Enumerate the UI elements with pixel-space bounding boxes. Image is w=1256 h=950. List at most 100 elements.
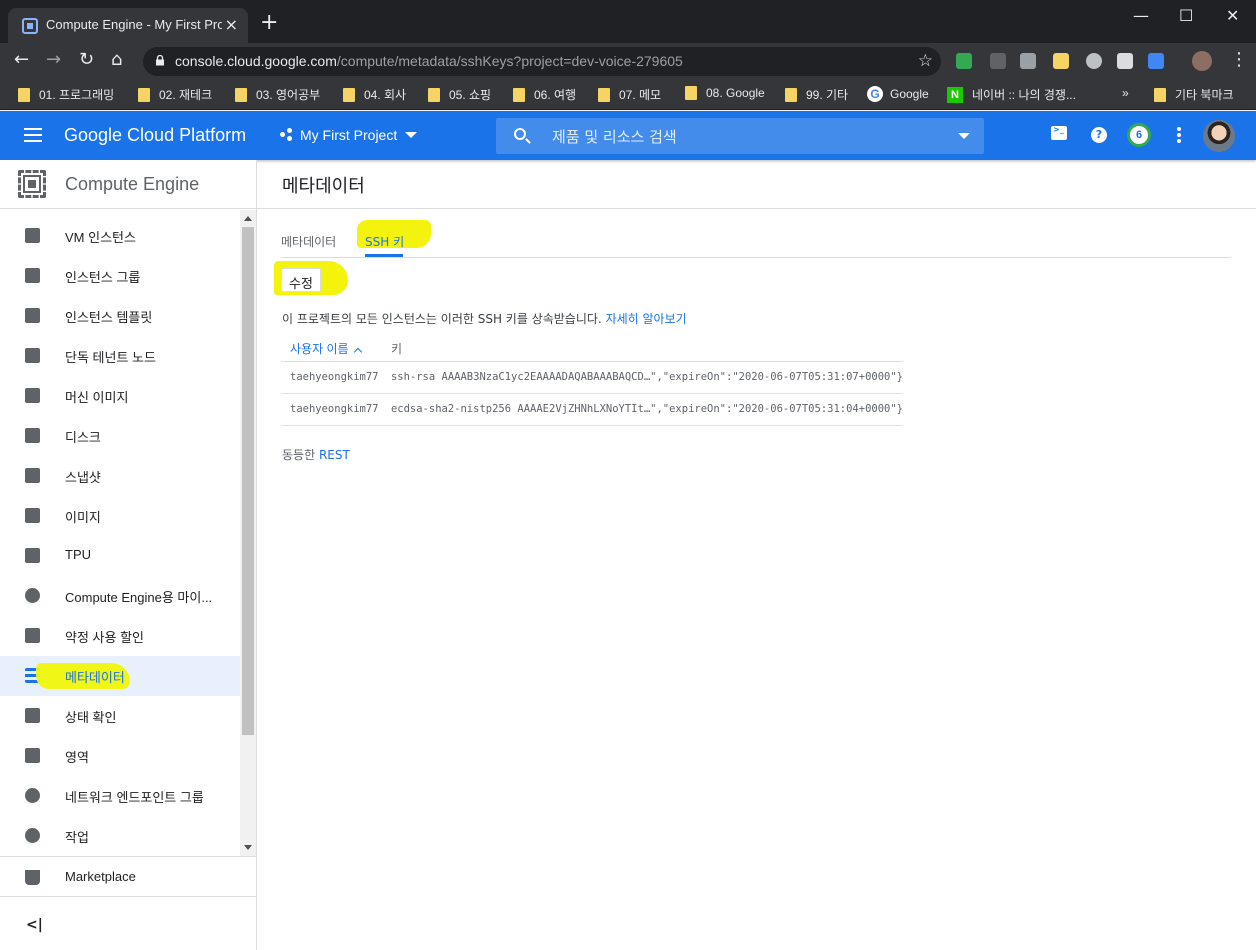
bookmarks-overflow-icon[interactable]: »	[1122, 86, 1129, 100]
sidebar-scrollbar[interactable]	[240, 210, 256, 856]
sidebar-item-tpu[interactable]: TPU	[0, 536, 240, 576]
sidebar-item-label: 단독 테넌트 노드	[65, 350, 156, 365]
folder-icon	[138, 87, 150, 102]
sidebar-item-instance-groups[interactable]: 인스턴스 그룹	[0, 256, 240, 296]
tpu-icon	[25, 548, 40, 563]
bookmark-google[interactable]: G Google	[867, 86, 929, 102]
rest-link[interactable]: REST	[319, 448, 350, 462]
extension-icon[interactable]	[990, 53, 1006, 69]
table-row: taehyeongkim77 ecdsa-sha2-nistp256 AAAAE…	[281, 393, 903, 426]
collapse-icon[interactable]: <|	[26, 917, 43, 933]
sidebar-item-sole-tenant-nodes[interactable]: 단독 테넌트 노드	[0, 336, 240, 376]
folder-icon	[513, 87, 525, 102]
cloud-shell-icon[interactable]	[1051, 125, 1067, 140]
gcp-header: Google Cloud Platform My First Project 제…	[0, 111, 1256, 160]
bookmark-folder[interactable]: 기타 북마크	[1154, 86, 1234, 103]
sidebar-item-committed-use[interactable]: 약정 사용 할인	[0, 616, 240, 656]
scroll-thumb[interactable]	[242, 227, 254, 735]
naver-icon: N	[947, 86, 963, 103]
forward-icon[interactable]: →	[46, 50, 61, 70]
bookmark-folder[interactable]: 07. 메모	[598, 86, 661, 103]
ssh-description: 이 프로젝트의 모든 인스턴스는 이러한 SSH 키를 상속받습니다. 자세히 …	[282, 310, 687, 327]
bookmark-label: 99. 기타	[806, 88, 849, 102]
project-selector[interactable]: My First Project	[280, 127, 418, 143]
chevron-down-icon[interactable]	[958, 133, 970, 139]
menu-icon[interactable]: ⋮	[1230, 50, 1248, 70]
profile-avatar[interactable]	[1192, 51, 1212, 71]
bookmarks-bar: 01. 프로그래밍 02. 재테크 03. 영어공부 04. 회사 05. 쇼핑…	[0, 79, 1256, 110]
extension-icon[interactable]	[1117, 53, 1133, 69]
shield-icon[interactable]	[1148, 53, 1164, 69]
sidebar-item-marketplace[interactable]: Marketplace	[0, 856, 256, 896]
sidebar-item-vm-instances[interactable]: VM 인스턴스	[0, 216, 240, 256]
bookmark-label: 02. 재테크	[159, 88, 213, 102]
sidebar-list: VM 인스턴스 인스턴스 그룹 인스턴스 템플릿 단독 테넌트 노드 머신 이미…	[0, 216, 240, 856]
bookmark-folder[interactable]: 02. 재테크	[138, 86, 212, 103]
project-icon	[280, 128, 294, 142]
extension-icon[interactable]	[1086, 53, 1102, 69]
sidebar-item-machine-images[interactable]: 머신 이미지	[0, 376, 240, 416]
maximize-icon[interactable]: ☐	[1179, 6, 1193, 25]
sidebar: Compute Engine VM 인스턴스 인스턴스 그룹 인스턴스 템플릿 …	[0, 160, 257, 950]
back-icon[interactable]: ←	[14, 50, 29, 70]
hamburger-menu-icon[interactable]	[24, 128, 42, 142]
sidebar-item-neg[interactable]: 네트워크 엔드포인트 그룹	[0, 776, 240, 816]
sidebar-item-health-checks[interactable]: 상태 확인	[0, 696, 240, 736]
scroll-up-icon[interactable]	[244, 216, 252, 221]
bookmark-label: 08. Google	[706, 86, 765, 100]
folder-icon	[235, 87, 247, 102]
image-icon	[25, 508, 40, 523]
sidebar-item-instance-templates[interactable]: 인스턴스 템플릿	[0, 296, 240, 336]
window-close-icon[interactable]: ✕	[1226, 6, 1239, 25]
address-bar[interactable]: console.cloud.google.com/compute/metadat…	[143, 47, 941, 76]
migration-gear-icon	[25, 588, 40, 603]
bookmark-folder[interactable]: 01. 프로그래밍	[18, 86, 114, 103]
sort-ascending-icon	[353, 347, 362, 356]
home-icon[interactable]: ⌂	[111, 50, 122, 70]
tab-close-icon[interactable]: ×	[225, 15, 238, 34]
bookmark-folder[interactable]: 99. 기타	[785, 86, 848, 103]
lock-icon	[156, 55, 164, 66]
column-username[interactable]: 사용자 이름	[281, 336, 391, 362]
scroll-down-icon[interactable]	[244, 845, 252, 850]
extension-icon[interactable]	[1053, 53, 1069, 69]
more-options-icon[interactable]	[1177, 127, 1181, 143]
search-bar[interactable]: 제품 및 리소스 검색	[496, 118, 984, 154]
browser-tab[interactable]: Compute Engine - My First Proj ×	[8, 8, 248, 43]
bookmark-folder[interactable]: 06. 여행	[513, 86, 576, 103]
brand-title[interactable]: Google Cloud Platform	[64, 125, 246, 146]
bookmark-folder[interactable]: 03. 영어공부	[235, 86, 320, 103]
minimize-icon[interactable]: —	[1133, 6, 1149, 25]
description-text: 이 프로젝트의 모든 인스턴스는 이러한 SSH 키를 상속받습니다.	[282, 312, 602, 326]
tab-ssh-keys[interactable]: SSH 키	[365, 233, 404, 250]
sidebar-item-migration[interactable]: Compute Engine용 마이...	[0, 576, 240, 616]
edit-button[interactable]: 수정	[281, 268, 321, 292]
bookmark-folder[interactable]: 08. Google	[685, 86, 765, 100]
bookmark-folder[interactable]: 05. 쇼핑	[428, 86, 491, 103]
bookmark-naver[interactable]: N 네이버 :: 나의 경쟁...	[947, 86, 1076, 103]
sidebar-item-operations[interactable]: 작업	[0, 816, 240, 856]
sidebar-item-label: VM 인스턴스	[65, 230, 136, 245]
sidebar-item-label: 디스크	[65, 430, 101, 445]
sidebar-collapse[interactable]: <|	[0, 896, 256, 950]
help-icon[interactable]: ?	[1091, 127, 1107, 143]
sidebar-item-disks[interactable]: 디스크	[0, 416, 240, 456]
tab-metadata[interactable]: 메타데이터	[281, 233, 336, 250]
notifications-badge[interactable]: 6	[1127, 123, 1151, 147]
browser-tabstrip: Compute Engine - My First Proj × + — ☐ ✕	[0, 0, 1256, 43]
new-tab-icon[interactable]: +	[260, 12, 278, 34]
avatar[interactable]	[1203, 120, 1235, 152]
network-endpoint-icon	[25, 788, 40, 803]
extension-icon[interactable]	[956, 53, 972, 69]
bookmark-label: 07. 메모	[619, 88, 662, 102]
sidebar-item-snapshots[interactable]: 스냅샷	[0, 456, 240, 496]
learn-more-link[interactable]: 자세히 알아보기	[606, 312, 687, 326]
reload-icon[interactable]: ↻	[79, 50, 94, 70]
sidebar-item-zones[interactable]: 영역	[0, 736, 240, 776]
drive-icon[interactable]	[1020, 53, 1036, 69]
sidebar-item-label: Marketplace	[65, 869, 136, 884]
sidebar-item-label: 인스턴스 그룹	[65, 270, 141, 285]
sidebar-item-images[interactable]: 이미지	[0, 496, 240, 536]
bookmark-folder[interactable]: 04. 회사	[343, 86, 406, 103]
bookmark-star-icon[interactable]: ☆	[918, 51, 933, 71]
